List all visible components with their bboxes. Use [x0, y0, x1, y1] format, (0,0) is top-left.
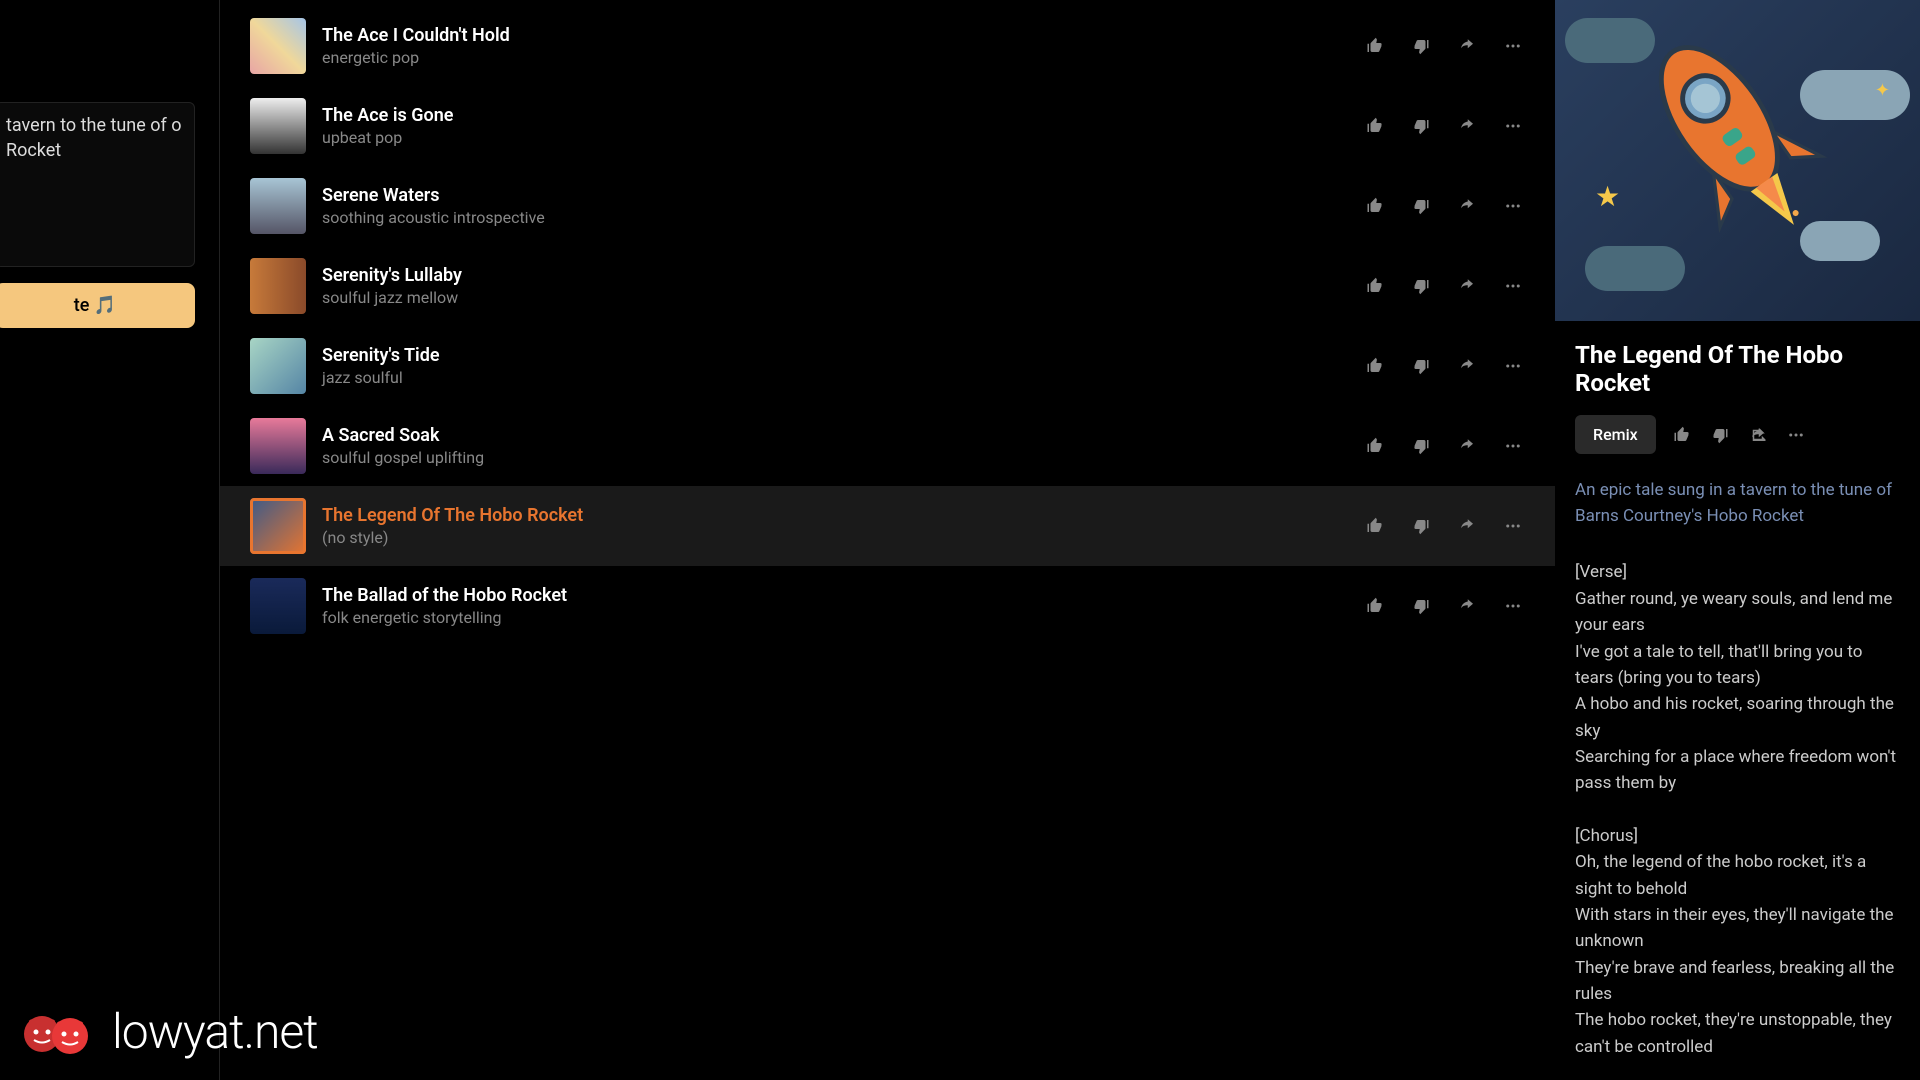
track-thumbnail: [250, 418, 306, 474]
like-button[interactable]: [1363, 194, 1387, 218]
detail-title: The Legend Of The Hobo Rocket: [1575, 341, 1900, 397]
track-title: The Ace is Gone: [322, 105, 1347, 126]
more-button[interactable]: [1501, 34, 1525, 58]
dislike-button[interactable]: [1409, 34, 1433, 58]
more-button[interactable]: [1501, 514, 1525, 538]
track-title: The Legend Of The Hobo Rocket: [322, 505, 1347, 526]
lyrics: [Verse] Gather round, ye weary souls, an…: [1575, 559, 1900, 1060]
cover-art: ★ ✦ ●: [1555, 0, 1920, 321]
track-thumbnail: [250, 578, 306, 634]
track-title: The Ace I Couldn't Hold: [322, 25, 1347, 46]
dislike-button[interactable]: [1409, 274, 1433, 298]
track-info: Serenity's Tide jazz soulful: [322, 345, 1347, 387]
detail-description: An epic tale sung in a tavern to the tun…: [1575, 478, 1900, 529]
like-button[interactable]: [1363, 274, 1387, 298]
dislike-button[interactable]: [1409, 514, 1433, 538]
share-button[interactable]: [1455, 274, 1479, 298]
track-title: Serene Waters: [322, 185, 1347, 206]
track-thumbnail: [250, 258, 306, 314]
track-actions: [1363, 194, 1525, 218]
share-button[interactable]: [1455, 354, 1479, 378]
track-actions: [1363, 354, 1525, 378]
detail-more-button[interactable]: [1784, 423, 1808, 447]
watermark-text: lowyat.net: [112, 1003, 318, 1060]
remix-button[interactable]: Remix: [1575, 415, 1656, 454]
watermark: lowyat.net: [20, 1003, 318, 1060]
share-button[interactable]: [1455, 514, 1479, 538]
track-style: soothing acoustic introspective: [322, 208, 1347, 227]
detail-dislike-button[interactable]: [1708, 423, 1732, 447]
like-button[interactable]: [1363, 114, 1387, 138]
track-info: A Sacred Soak soulful gospel uplifting: [322, 425, 1347, 467]
track-actions: [1363, 274, 1525, 298]
track-title: The Ballad of the Hobo Rocket: [322, 585, 1347, 606]
share-button[interactable]: [1455, 434, 1479, 458]
dislike-button[interactable]: [1409, 114, 1433, 138]
track-row[interactable]: The Ace I Couldn't Hold energetic pop: [220, 6, 1555, 86]
track-actions: [1363, 594, 1525, 618]
more-button[interactable]: [1501, 594, 1525, 618]
track-row[interactable]: The Ballad of the Hobo Rocket folk energe…: [220, 566, 1555, 646]
track-thumbnail: [250, 98, 306, 154]
dislike-button[interactable]: [1409, 434, 1433, 458]
track-thumbnail: [250, 18, 306, 74]
track-actions: [1363, 434, 1525, 458]
create-button-label: te 🎵: [74, 295, 117, 316]
track-info: The Ace I Couldn't Hold energetic pop: [322, 25, 1347, 67]
more-button[interactable]: [1501, 274, 1525, 298]
track-actions: [1363, 114, 1525, 138]
track-info: The Legend Of The Hobo Rocket (no style): [322, 505, 1347, 547]
like-button[interactable]: [1363, 354, 1387, 378]
track-info: The Ace is Gone upbeat pop: [322, 105, 1347, 147]
track-style: soulful jazz mellow: [322, 288, 1347, 307]
share-button[interactable]: [1455, 194, 1479, 218]
detail-panel: ★ ✦ ● The Legend Of The Hobo Rock: [1555, 0, 1920, 1080]
track-style: folk energetic storytelling: [322, 608, 1347, 627]
dislike-button[interactable]: [1409, 194, 1433, 218]
track-row[interactable]: Serene Waters soothing acoustic introspec…: [220, 166, 1555, 246]
track-thumbnail: [250, 338, 306, 394]
track-title: Serenity's Lullaby: [322, 265, 1347, 286]
share-button[interactable]: [1455, 114, 1479, 138]
track-thumbnail: [250, 498, 306, 554]
share-button[interactable]: [1455, 34, 1479, 58]
track-list: The Ace I Couldn't Holdenergetic popThe …: [220, 0, 1555, 1080]
track-actions: [1363, 34, 1525, 58]
track-info: Serene Waters soothing acoustic introspec…: [322, 185, 1347, 227]
left-sidebar: tavern to the tune of o Rocket te 🎵: [0, 0, 220, 1080]
track-style: (no style): [322, 528, 1347, 547]
track-row[interactable]: Serenity's Lullaby soulful jazz mellow: [220, 246, 1555, 326]
track-info: The Ballad of the Hobo Rocket folk energe…: [322, 585, 1347, 627]
track-row[interactable]: The Legend Of The Hobo Rocket (no style): [220, 486, 1555, 566]
track-title: A Sacred Soak: [322, 425, 1347, 446]
more-button[interactable]: [1501, 114, 1525, 138]
like-button[interactable]: [1363, 434, 1387, 458]
track-actions: [1363, 514, 1525, 538]
create-button[interactable]: te 🎵: [0, 283, 195, 328]
track-style: energetic pop: [322, 48, 1347, 67]
more-button[interactable]: [1501, 194, 1525, 218]
like-button[interactable]: [1363, 594, 1387, 618]
detail-share-button[interactable]: [1746, 423, 1770, 447]
more-button[interactable]: [1501, 434, 1525, 458]
prompt-input[interactable]: tavern to the tune of o Rocket: [0, 102, 195, 267]
track-style: soulful gospel uplifting: [322, 448, 1347, 467]
like-button[interactable]: [1363, 514, 1387, 538]
track-info: Serenity's Lullaby soulful jazz mellow: [322, 265, 1347, 307]
share-button[interactable]: [1455, 594, 1479, 618]
track-row[interactable]: A Sacred Soak soulful gospel uplifting: [220, 406, 1555, 486]
track-style: jazz soulful: [322, 368, 1347, 387]
track-style: upbeat pop: [322, 128, 1347, 147]
track-title: Serenity's Tide: [322, 345, 1347, 366]
dislike-button[interactable]: [1409, 354, 1433, 378]
track-row[interactable]: Serenity's Tide jazz soulful: [220, 326, 1555, 406]
detail-like-button[interactable]: [1670, 423, 1694, 447]
track-row[interactable]: The Ace is Gone upbeat pop: [220, 86, 1555, 166]
dislike-button[interactable]: [1409, 594, 1433, 618]
watermark-logo-icon: [20, 1010, 100, 1054]
track-thumbnail: [250, 178, 306, 234]
like-button[interactable]: [1363, 34, 1387, 58]
more-button[interactable]: [1501, 354, 1525, 378]
